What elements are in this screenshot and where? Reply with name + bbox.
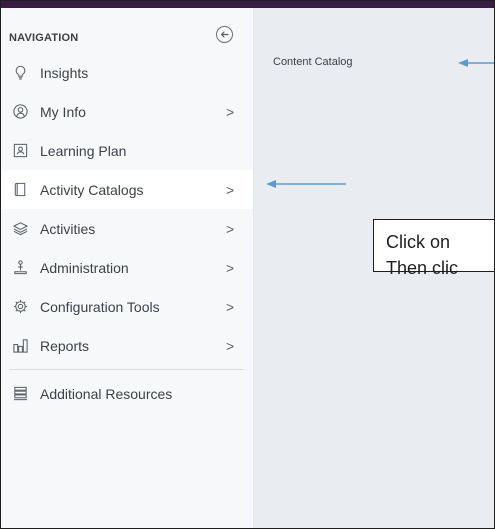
sidebar-item-label: Configuration Tools (40, 298, 160, 315)
sidebar-item-learning-plan[interactable]: Learning Plan (1, 131, 253, 170)
person-circle-icon (11, 103, 29, 121)
learning-plan-icon (11, 142, 29, 160)
collapse-navigation-button[interactable] (216, 26, 233, 43)
chevron-right-icon: > (226, 103, 235, 120)
chevron-right-icon: > (226, 259, 235, 276)
top-bar (1, 1, 494, 8)
sidebar-item-label: My Info (40, 103, 86, 120)
sidebar-item-activity-catalogs[interactable]: Activity Catalogs > (1, 170, 253, 209)
admin-person-icon (11, 259, 29, 277)
sidebar-item-label: Learning Plan (40, 142, 127, 159)
sidebar-item-reports[interactable]: Reports > (1, 326, 253, 365)
book-icon (11, 181, 29, 199)
chevron-right-icon: > (226, 220, 235, 237)
sidebar-item-activities[interactable]: Activities > (1, 209, 253, 248)
sidebar-item-insights[interactable]: Insights (1, 53, 253, 92)
sidebar-item-label: Activities (40, 220, 96, 237)
instruction-callout: Click on Then clic (373, 219, 494, 278)
navigation-header: NAVIGATION (9, 32, 79, 44)
sidebar-item-label: Additional Resources (40, 385, 173, 402)
sidebar-item-additional-resources[interactable]: Additional Resources (1, 374, 253, 413)
navigation-divider (9, 369, 243, 370)
sidebar-item-configuration-tools[interactable]: Configuration Tools > (1, 287, 253, 326)
arrow-left-circle-icon (220, 31, 229, 38)
lightbulb-icon (11, 64, 29, 82)
chevron-right-icon: > (226, 337, 235, 354)
stack-icon (11, 385, 29, 403)
sidebar-item-label: Administration (40, 259, 129, 276)
bar-chart-icon (11, 337, 29, 355)
chevron-right-icon: > (226, 181, 235, 198)
sidebar-item-administration[interactable]: Administration > (1, 248, 253, 287)
annotation-arrow-content-catalog (458, 59, 494, 67)
screenshot-frame: NAVIGATION Insights My Info > Learning P… (0, 0, 495, 529)
content-catalog-link[interactable]: Content Catalog (273, 56, 353, 68)
instruction-line-2: Then clic (386, 258, 459, 278)
navigation-sidebar: NAVIGATION Insights My Info > Learning P… (1, 8, 254, 528)
navigation-list: Insights My Info > Learning Plan Activit… (1, 53, 253, 413)
instruction-line-1: Click on (386, 232, 451, 252)
sidebar-item-label: Activity Catalogs (40, 181, 144, 198)
annotation-arrow-activity-catalogs (266, 180, 346, 188)
sidebar-item-my-info[interactable]: My Info > (1, 92, 253, 131)
chevron-right-icon: > (226, 298, 235, 315)
sidebar-item-label: Insights (40, 64, 89, 81)
layers-icon (11, 220, 29, 238)
sidebar-item-label: Reports (40, 337, 90, 354)
gear-icon (11, 298, 29, 316)
